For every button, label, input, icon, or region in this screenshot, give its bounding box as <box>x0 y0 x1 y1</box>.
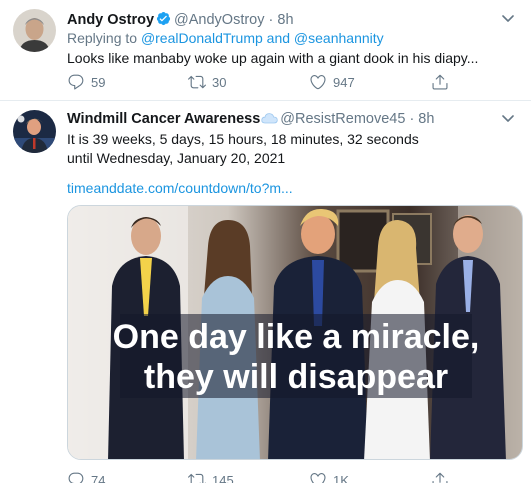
replying-to-users[interactable]: @realDonaldTrump and @seanhannity <box>141 30 384 46</box>
reply-count: 59 <box>91 74 106 90</box>
tweet-text-line-1: It is 39 weeks, 5 days, 15 hours, 18 min… <box>67 131 419 147</box>
tweet-text: Looks like manbaby woke up again with a … <box>67 50 479 66</box>
author-name[interactable]: Andy Ostroy <box>67 12 154 28</box>
replying-prefix: Replying to <box>67 30 138 46</box>
cloud-emoji-icon <box>261 111 278 129</box>
share-icon <box>432 472 448 483</box>
share-button[interactable] <box>431 73 449 91</box>
like-button[interactable]: 947 <box>309 73 355 91</box>
countdown-link[interactable]: timeanddate.com/countdown/to?m... <box>67 180 293 196</box>
timestamp[interactable]: · 8h <box>409 111 434 127</box>
verified-badge-icon <box>156 11 171 30</box>
reply-count: 74 <box>91 472 106 483</box>
author-name[interactable]: Windmill Cancer Awareness <box>67 111 260 127</box>
reply-icon <box>68 74 84 90</box>
media-caption-line-2: they will disappear <box>143 358 449 396</box>
like-icon <box>310 473 326 483</box>
share-icon <box>432 74 448 90</box>
more-icon[interactable] <box>499 109 517 127</box>
retweet-count: 145 <box>212 472 234 483</box>
like-icon <box>310 75 326 90</box>
retweet-button[interactable]: 145 <box>188 471 234 483</box>
avatar[interactable] <box>13 9 56 52</box>
reply-button[interactable]: 59 <box>67 73 105 91</box>
author-handle[interactable]: @AndyOstroy <box>174 12 264 28</box>
retweet-count: 30 <box>212 74 227 90</box>
share-button[interactable] <box>431 471 449 483</box>
timestamp[interactable]: · 8h <box>269 12 294 28</box>
reply-icon <box>68 472 84 483</box>
tweet-windmill-cancer-awareness[interactable]: Windmill Cancer Awareness @ResistRemove45… <box>0 101 531 483</box>
like-count: 947 <box>333 74 355 90</box>
avatar[interactable] <box>13 110 56 153</box>
reply-button[interactable]: 74 <box>67 471 105 483</box>
retweet-icon <box>188 75 206 89</box>
more-icon[interactable] <box>499 9 517 27</box>
tweet-media-image[interactable]: One day like a miracle, they will disapp… <box>67 205 523 460</box>
replying-to: Replying to @realDonaldTrump and @seanha… <box>67 30 384 46</box>
like-count: 1K <box>333 472 349 483</box>
tweet-header: Andy Ostroy @AndyOstroy · 8h <box>67 11 294 30</box>
retweet-icon <box>188 473 206 483</box>
retweet-button[interactable]: 30 <box>188 73 226 91</box>
media-caption-line-1: One day like a miracle, <box>112 318 480 356</box>
tweet-header: Windmill Cancer Awareness @ResistRemove45… <box>67 111 434 129</box>
tweet-text-line-2: until Wednesday, January 20, 2021 <box>67 150 286 166</box>
author-handle[interactable]: @ResistRemove45 <box>280 111 405 127</box>
like-button[interactable]: 1K <box>309 471 349 483</box>
tweet-andy-ostroy[interactable]: Andy Ostroy @AndyOstroy · 8h Replying to … <box>0 0 531 101</box>
